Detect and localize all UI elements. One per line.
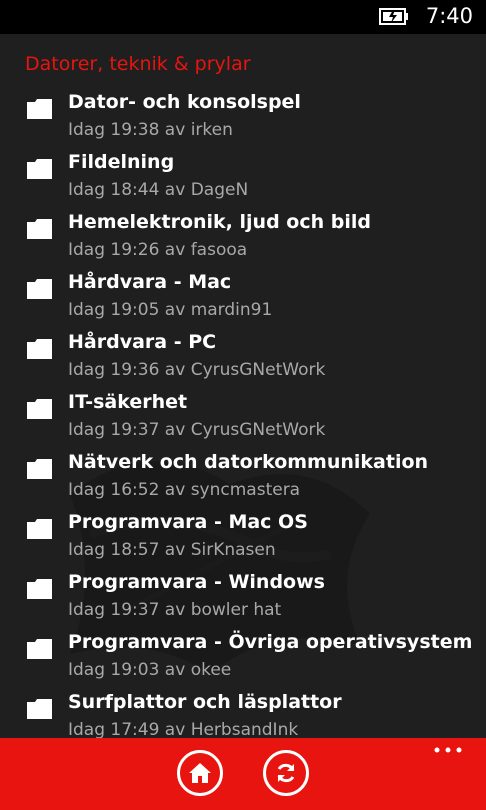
status-bar: 7:40 <box>0 0 486 34</box>
ellipsis-icon[interactable] <box>433 746 463 754</box>
forum-item[interactable]: Hemelektronik, ljud och bild Idag 19:26 … <box>0 211 486 271</box>
folder-icon <box>27 279 52 299</box>
refresh-button[interactable] <box>263 750 309 796</box>
home-icon <box>189 763 211 783</box>
forum-title: Fildelning <box>68 151 175 173</box>
folder-icon <box>27 699 52 719</box>
forum-list: Dator- och konsolspel Idag 19:38 av irke… <box>0 91 486 738</box>
forum-last-post: Idag 19:03 av okee <box>68 660 232 680</box>
forum-title: Surfplattor och läsplattor <box>68 691 342 713</box>
forum-last-post: Idag 18:44 av DageN <box>68 180 249 200</box>
home-button[interactable] <box>177 750 223 796</box>
forum-last-post: Idag 19:37 av bowler hat <box>68 600 282 620</box>
folder-icon <box>27 219 52 239</box>
app-bar <box>0 738 486 810</box>
forum-last-post: Idag 18:57 av SirKnasen <box>68 540 276 560</box>
folder-icon <box>27 639 52 659</box>
forum-item[interactable]: Hårdvara - Mac Idag 19:05 av mardin91 <box>0 271 486 331</box>
forum-last-post: Idag 17:49 av HerbsandInk <box>68 720 299 738</box>
forum-title: Hårdvara - Mac <box>68 271 232 293</box>
forum-item[interactable]: Hårdvara - PC Idag 19:36 av CyrusGNetWor… <box>0 331 486 391</box>
forum-item[interactable]: Nätverk och datorkommunikation Idag 16:5… <box>0 451 486 511</box>
refresh-icon <box>277 763 295 783</box>
forum-title: Hårdvara - PC <box>68 331 217 353</box>
folder-icon <box>27 339 52 359</box>
forum-title: Programvara - Windows <box>68 571 325 593</box>
forum-item[interactable]: Dator- och konsolspel Idag 19:38 av irke… <box>0 91 486 151</box>
forum-title: Dator- och konsolspel <box>68 91 301 113</box>
folder-icon <box>27 579 52 599</box>
folder-icon <box>27 459 52 479</box>
forum-last-post: Idag 19:36 av CyrusGNetWork <box>68 360 326 380</box>
folder-icon <box>27 519 52 539</box>
forum-title: Programvara - Övriga operativsystem <box>68 631 473 653</box>
forum-item[interactable]: Programvara - Windows Idag 19:37 av bowl… <box>0 571 486 631</box>
forum-item[interactable]: IT-säkerhet Idag 19:37 av CyrusGNetWork <box>0 391 486 451</box>
forum-title: Nätverk och datorkommunikation <box>68 451 429 473</box>
clock: 7:40 <box>425 4 473 28</box>
forum-last-post: Idag 19:26 av fasooa <box>68 240 248 260</box>
forum-last-post: Idag 16:52 av syncmastera <box>68 480 301 500</box>
battery-charging-icon <box>379 8 408 25</box>
forum-item[interactable]: Programvara - Mac OS Idag 18:57 av SirKn… <box>0 511 486 571</box>
forum-title: Hemelektronik, ljud och bild <box>68 211 371 233</box>
folder-icon <box>27 99 52 119</box>
folder-icon <box>27 159 52 179</box>
forum-item[interactable]: Surfplattor och läsplattor Idag 17:49 av… <box>0 691 486 738</box>
section-title: Datorer, teknik & prylar <box>25 53 251 75</box>
forum-title: IT-säkerhet <box>68 391 188 413</box>
forum-last-post: Idag 19:05 av mardin91 <box>68 300 273 320</box>
forum-title: Programvara - Mac OS <box>68 511 308 533</box>
forum-page: Datorer, teknik & prylar Dator- och kons… <box>0 34 486 738</box>
forum-item[interactable]: Fildelning Idag 18:44 av DageN <box>0 151 486 211</box>
forum-last-post: Idag 19:37 av CyrusGNetWork <box>68 420 326 440</box>
forum-last-post: Idag 19:38 av irken <box>68 120 233 140</box>
folder-icon <box>27 399 52 419</box>
forum-item[interactable]: Programvara - Övriga operativsystem Idag… <box>0 631 486 691</box>
